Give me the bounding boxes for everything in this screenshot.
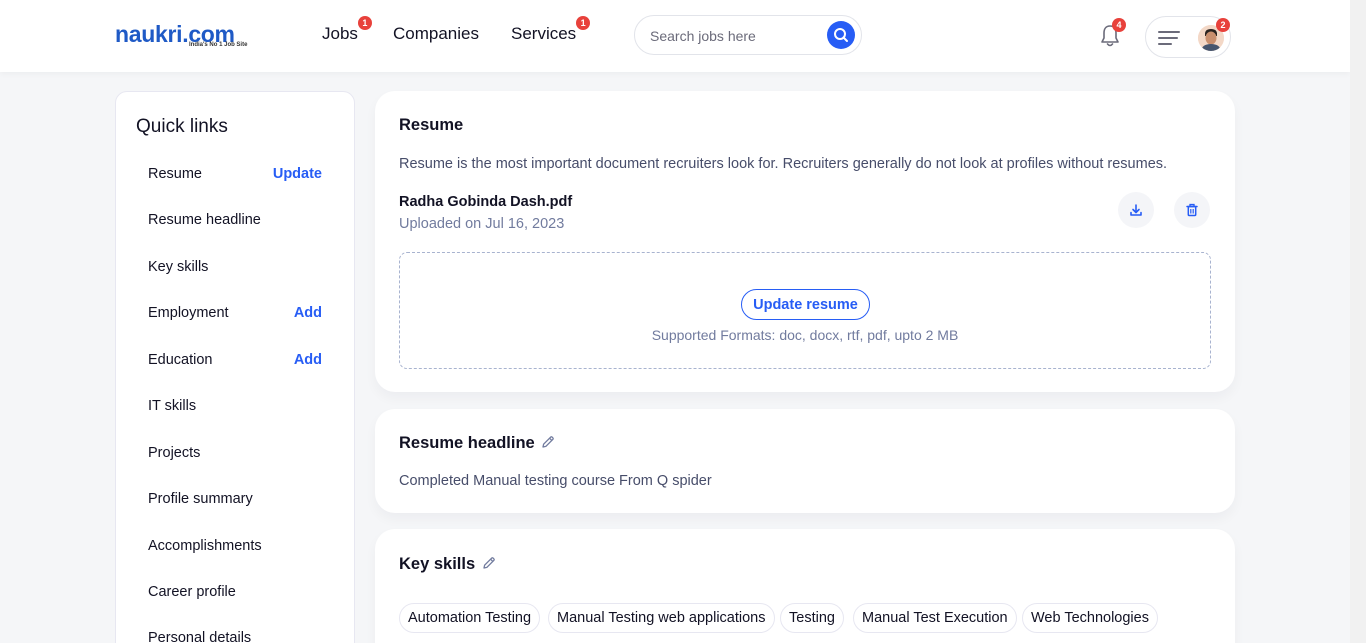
skill-chip: Testing	[780, 603, 844, 633]
top-header: naukri.com India's No 1 Job Site Jobs 1 …	[0, 0, 1350, 72]
page-scrollbar[interactable]	[1350, 0, 1366, 643]
skill-chip: Manual Testing web applications	[548, 603, 775, 633]
skill-chip: Automation Testing	[399, 603, 541, 633]
employment-add-link[interactable]: Add	[294, 305, 322, 321]
download-resume-button[interactable]	[1118, 192, 1154, 228]
notification-badge: 4	[1112, 18, 1126, 32]
profile-badge: 2	[1216, 18, 1230, 32]
resume-upload-date: Uploaded on Jul 16, 2023	[399, 216, 565, 232]
hamburger-icon	[1158, 31, 1180, 45]
nav-services-badge: 1	[576, 16, 591, 30]
resume-headline-card: Resume headline Completed Manual testing…	[375, 409, 1235, 513]
quick-links-panel: Quick links Resume Update Resume headlin…	[115, 91, 355, 643]
resume-description: Resume is the most important document re…	[399, 156, 1168, 172]
sidebar-item-projects[interactable]: Projects	[148, 445, 323, 461]
search-input[interactable]	[650, 26, 820, 46]
trash-icon	[1186, 203, 1198, 217]
sidebar-item-key-skills[interactable]: Key skills	[148, 259, 323, 275]
update-resume-button[interactable]: Update resume	[741, 289, 870, 320]
quick-links-title: Quick links	[136, 116, 228, 137]
naukri-logo[interactable]: naukri.com India's No 1 Job Site	[115, 22, 265, 52]
search-bar[interactable]	[634, 15, 862, 55]
sidebar-item-personal-details[interactable]: Personal details	[148, 630, 323, 643]
nav-jobs-badge: 1	[357, 16, 372, 30]
supported-formats-text: Supported Formats: doc, docx, rtf, pdf, …	[651, 327, 959, 343]
download-icon	[1130, 204, 1142, 216]
resume-headline-text: Completed Manual testing course From Q s…	[399, 473, 712, 489]
resume-headline-title: Resume headline	[399, 434, 535, 452]
search-button[interactable]	[827, 21, 855, 49]
resume-update-link[interactable]: Update	[273, 166, 322, 182]
nav-jobs[interactable]: Jobs 1	[322, 16, 372, 44]
resume-file-name: Radha Gobinda Dash.pdf	[399, 194, 573, 210]
sidebar-item-accomplishments[interactable]: Accomplishments	[148, 538, 323, 554]
sidebar-item-career-profile[interactable]: Career profile	[148, 584, 323, 600]
skill-chip: Web Technologies	[1022, 603, 1158, 633]
key-skills-card: Key skills Automation Testing Manual Tes…	[375, 529, 1235, 643]
skill-chip: Manual Test Execution	[853, 603, 1017, 633]
education-add-link[interactable]: Add	[294, 352, 322, 368]
logo-tagline: India's No 1 Job Site	[189, 42, 248, 48]
nav-jobs-label: Jobs	[322, 24, 358, 43]
nav-services[interactable]: Services 1	[511, 16, 591, 44]
edit-headline-pencil-icon[interactable]	[541, 435, 555, 449]
resume-card: Resume Resume is the most important docu…	[375, 91, 1235, 392]
delete-resume-button[interactable]	[1174, 192, 1210, 228]
sidebar-item-profile-summary[interactable]: Profile summary	[148, 491, 323, 507]
resume-card-title: Resume	[399, 116, 464, 134]
edit-skills-pencil-icon[interactable]	[482, 556, 496, 570]
sidebar-item-resume-headline[interactable]: Resume headline	[148, 212, 323, 228]
resume-upload-dropzone[interactable]: Update resume Supported Formats: doc, do…	[399, 252, 1211, 369]
sidebar-item-it-skills[interactable]: IT skills	[148, 398, 323, 414]
key-skills-title: Key skills	[399, 555, 476, 573]
nav-companies-label: Companies	[393, 24, 479, 43]
search-icon	[834, 28, 848, 42]
nav-services-label: Services	[511, 24, 577, 43]
nav-companies[interactable]: Companies	[393, 24, 479, 44]
